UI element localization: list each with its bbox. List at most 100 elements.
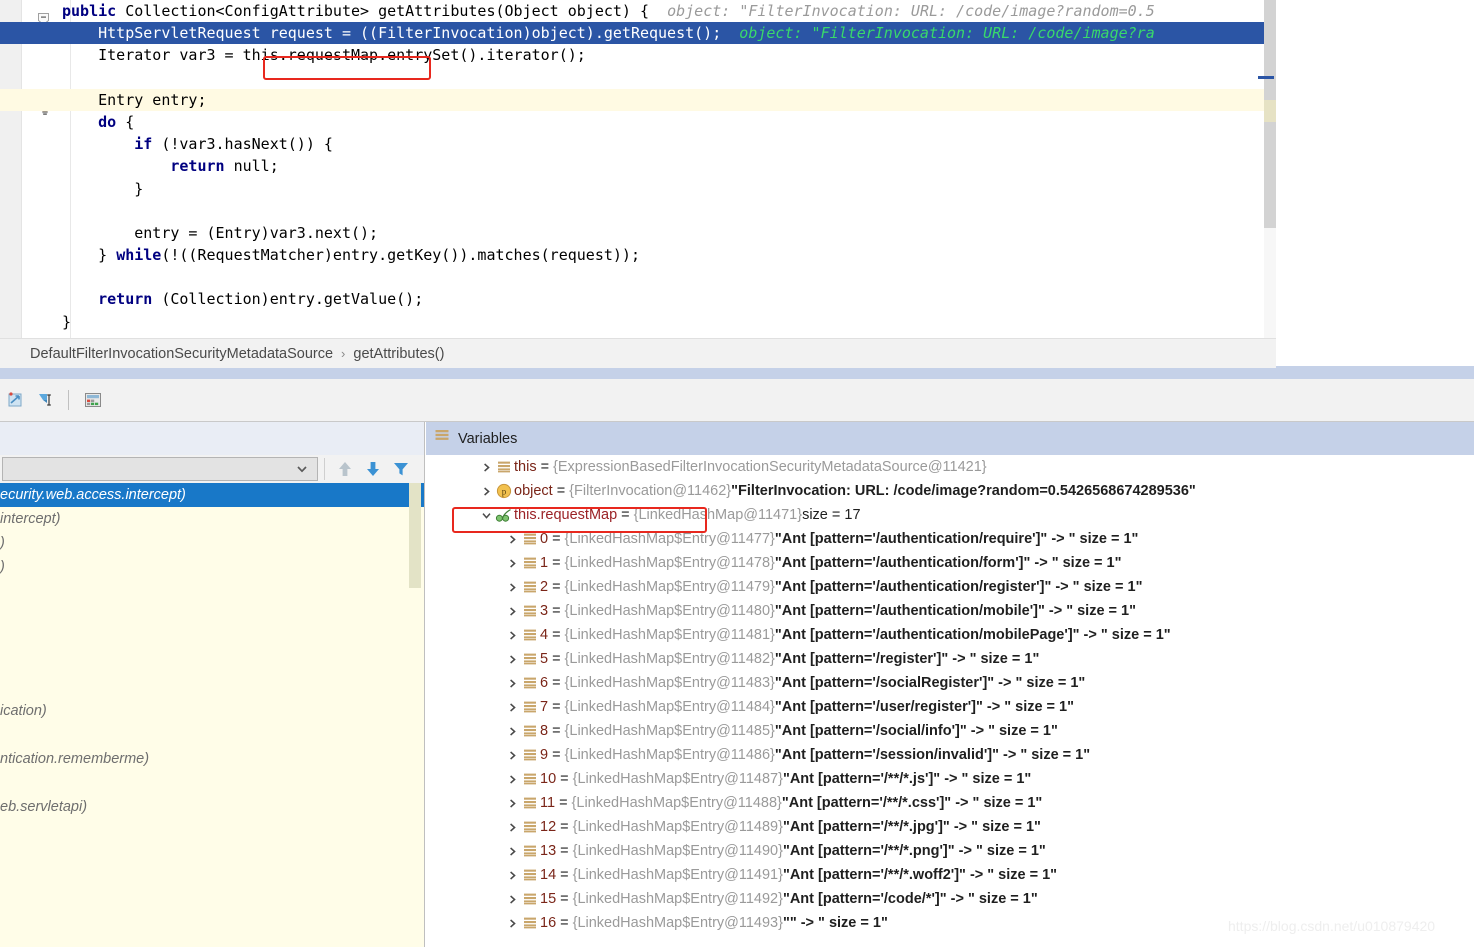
chevron-right-icon[interactable] bbox=[504, 918, 520, 929]
chevron-right-icon[interactable] bbox=[504, 630, 520, 641]
chevron-right-icon[interactable] bbox=[504, 558, 520, 569]
chevron-right-icon[interactable] bbox=[504, 822, 520, 833]
code-line[interactable]: do { bbox=[0, 111, 1276, 133]
variables-tree[interactable]: this = {ExpressionBasedFilterInvocationSec… bbox=[452, 455, 1474, 947]
filter-frames-button[interactable] bbox=[387, 457, 415, 481]
variables-panel[interactable]: Variables this = {ExpressionBasedFilterInv… bbox=[426, 422, 1474, 947]
variable-name: this.requestMap bbox=[514, 507, 618, 523]
code-token: (Collection)entry.getValue(); bbox=[152, 290, 424, 309]
variable-row[interactable]: 10 = {LinkedHashMap$Entry@11487} "Ant [pat… bbox=[452, 767, 1474, 791]
code-line[interactable] bbox=[0, 67, 1276, 89]
code-line[interactable]: public Collection<ConfigAttribute> getAt… bbox=[0, 0, 1276, 22]
breadcrumb[interactable]: DefaultFilterInvocationSecurityMetadataS… bbox=[0, 338, 1276, 368]
code-line[interactable]: Iterator var3 = this.requestMap.entrySet… bbox=[0, 44, 1276, 66]
frame-row[interactable]: ntication.rememberme) bbox=[0, 747, 424, 771]
variable-row[interactable]: 12 = {LinkedHashMap$Entry@11489} "Ant [pat… bbox=[452, 815, 1474, 839]
variable-row[interactable]: 2 = {LinkedHashMap$Entry@11479} "Ant [patt… bbox=[452, 575, 1474, 599]
variables-panel-title: Variables bbox=[458, 430, 518, 447]
breadcrumb-method[interactable]: getAttributes() bbox=[353, 346, 444, 362]
variable-row[interactable]: 15 = {LinkedHashMap$Entry@11492} "Ant [pat… bbox=[452, 887, 1474, 911]
frame-row[interactable]: ) bbox=[0, 555, 424, 579]
frame-row[interactable] bbox=[0, 651, 424, 675]
frames-controls[interactable] bbox=[0, 455, 424, 483]
variable-row[interactable]: 3 = {LinkedHashMap$Entry@11480} "Ant [patt… bbox=[452, 599, 1474, 623]
thread-selector-dropdown[interactable] bbox=[2, 457, 318, 481]
frames-scrollbar-thumb[interactable] bbox=[409, 483, 421, 588]
chevron-right-icon[interactable] bbox=[478, 462, 494, 473]
code-editor[interactable]: public Collection<ConfigAttribute> getAt… bbox=[0, 0, 1276, 338]
mute-breakpoints-button[interactable] bbox=[32, 386, 60, 414]
variable-row[interactable]: 7 = {LinkedHashMap$Entry@11484} "Ant [patt… bbox=[452, 695, 1474, 719]
variable-row[interactable]: 8 = {LinkedHashMap$Entry@11485} "Ant [patt… bbox=[452, 719, 1474, 743]
frame-up-button[interactable] bbox=[331, 457, 359, 481]
chevron-right-icon[interactable] bbox=[504, 678, 520, 689]
variable-row[interactable]: p object = {FilterInvocation@11462} "Filter… bbox=[452, 479, 1474, 503]
code-text[interactable]: public Collection<ConfigAttribute> getAt… bbox=[0, 0, 1276, 338]
frame-row[interactable] bbox=[0, 675, 424, 699]
code-line[interactable]: Entry entry; bbox=[0, 88, 1276, 111]
frame-row[interactable] bbox=[0, 723, 424, 747]
variable-row[interactable]: 5 = {LinkedHashMap$Entry@11482} "Ant [patt… bbox=[452, 647, 1474, 671]
code-line[interactable]: return null; bbox=[0, 155, 1276, 177]
variable-name: 11 bbox=[540, 795, 556, 811]
watch-icon bbox=[495, 509, 511, 522]
entry-icon bbox=[520, 724, 540, 738]
code-line[interactable]: } bbox=[0, 311, 1276, 333]
frame-row[interactable] bbox=[0, 579, 424, 603]
variables-icon bbox=[434, 428, 450, 449]
debugger-toolbar[interactable] bbox=[0, 379, 1474, 422]
frame-row[interactable] bbox=[0, 771, 424, 795]
restore-layout-button[interactable] bbox=[2, 386, 30, 414]
code-line[interactable] bbox=[0, 266, 1276, 288]
variable-type: {LinkedHashMap$Entry@11483} bbox=[564, 675, 775, 691]
settings-button[interactable] bbox=[79, 386, 107, 414]
code-line[interactable]: if (!var3.hasNext()) { bbox=[0, 133, 1276, 155]
code-line[interactable]: entry = (Entry)var3.next(); bbox=[0, 222, 1276, 244]
frame-row[interactable]: ) bbox=[0, 531, 424, 555]
variable-row[interactable]: this.requestMap = {LinkedHashMap@11471} si… bbox=[452, 503, 1474, 527]
inline-debug-hint: object: "FilterInvocation: URL: /code/im… bbox=[721, 24, 1155, 43]
chevron-right-icon[interactable] bbox=[504, 870, 520, 881]
variable-type: {LinkedHashMap$Entry@11479} bbox=[564, 579, 775, 595]
frame-row[interactable] bbox=[0, 603, 424, 627]
variable-row[interactable]: 14 = {LinkedHashMap$Entry@11491} "Ant [pat… bbox=[452, 863, 1474, 887]
chevron-right-icon[interactable] bbox=[504, 798, 520, 809]
chevron-right-icon[interactable] bbox=[504, 654, 520, 665]
chevron-right-icon[interactable] bbox=[504, 606, 520, 617]
chevron-right-icon[interactable] bbox=[504, 774, 520, 785]
entry-icon bbox=[524, 725, 536, 737]
variable-row[interactable]: 11 = {LinkedHashMap$Entry@11488} "Ant [pat… bbox=[452, 791, 1474, 815]
chevron-right-icon[interactable] bbox=[504, 534, 520, 545]
code-line[interactable] bbox=[0, 200, 1276, 222]
variable-row[interactable]: 0 = {LinkedHashMap$Entry@11477} "Ant [patt… bbox=[452, 527, 1474, 551]
variable-row[interactable]: 13 = {LinkedHashMap$Entry@11490} "Ant [pat… bbox=[452, 839, 1474, 863]
frame-down-button[interactable] bbox=[359, 457, 387, 481]
variable-row[interactable]: 4 = {LinkedHashMap$Entry@11481} "Ant [patt… bbox=[452, 623, 1474, 647]
variable-row[interactable]: this = {ExpressionBasedFilterInvocationSec… bbox=[452, 455, 1474, 479]
code-line[interactable]: return (Collection)entry.getValue(); bbox=[0, 288, 1276, 310]
frames-panel[interactable]: ecurity.web.access.intercept) intercept))… bbox=[0, 422, 425, 947]
frame-row[interactable]: ecurity.web.access.intercept) bbox=[0, 483, 424, 507]
chevron-right-icon[interactable] bbox=[504, 702, 520, 713]
parameter-icon: p bbox=[496, 483, 512, 499]
frame-row[interactable]: ication) bbox=[0, 699, 424, 723]
variable-row[interactable]: 1 = {LinkedHashMap$Entry@11478} "Ant [patt… bbox=[452, 551, 1474, 575]
code-line[interactable]: HttpServletRequest request = ((FilterInv… bbox=[0, 22, 1276, 45]
chevron-right-icon[interactable] bbox=[504, 894, 520, 905]
variable-row[interactable]: 6 = {LinkedHashMap$Entry@11483} "Ant [patt… bbox=[452, 671, 1474, 695]
frames-list[interactable]: ecurity.web.access.intercept) intercept))… bbox=[0, 483, 424, 947]
chevron-down-icon[interactable] bbox=[478, 510, 494, 521]
breadcrumb-class[interactable]: DefaultFilterInvocationSecurityMetadataS… bbox=[30, 346, 333, 362]
frame-row[interactable] bbox=[0, 627, 424, 651]
chevron-right-icon[interactable] bbox=[504, 726, 520, 737]
frame-row[interactable]: intercept) bbox=[0, 507, 424, 531]
code-line[interactable]: } bbox=[0, 178, 1276, 200]
chevron-right-icon[interactable] bbox=[504, 750, 520, 761]
frame-row[interactable]: eb.servletapi) bbox=[0, 795, 424, 819]
code-line[interactable]: } while(!((RequestMatcher)entry.getKey()… bbox=[0, 244, 1276, 266]
chevron-right-icon[interactable] bbox=[504, 846, 520, 857]
variable-row[interactable]: 9 = {LinkedHashMap$Entry@11486} "Ant [patt… bbox=[452, 743, 1474, 767]
chevron-right-icon[interactable] bbox=[478, 486, 494, 497]
chevron-right-icon[interactable] bbox=[504, 582, 520, 593]
